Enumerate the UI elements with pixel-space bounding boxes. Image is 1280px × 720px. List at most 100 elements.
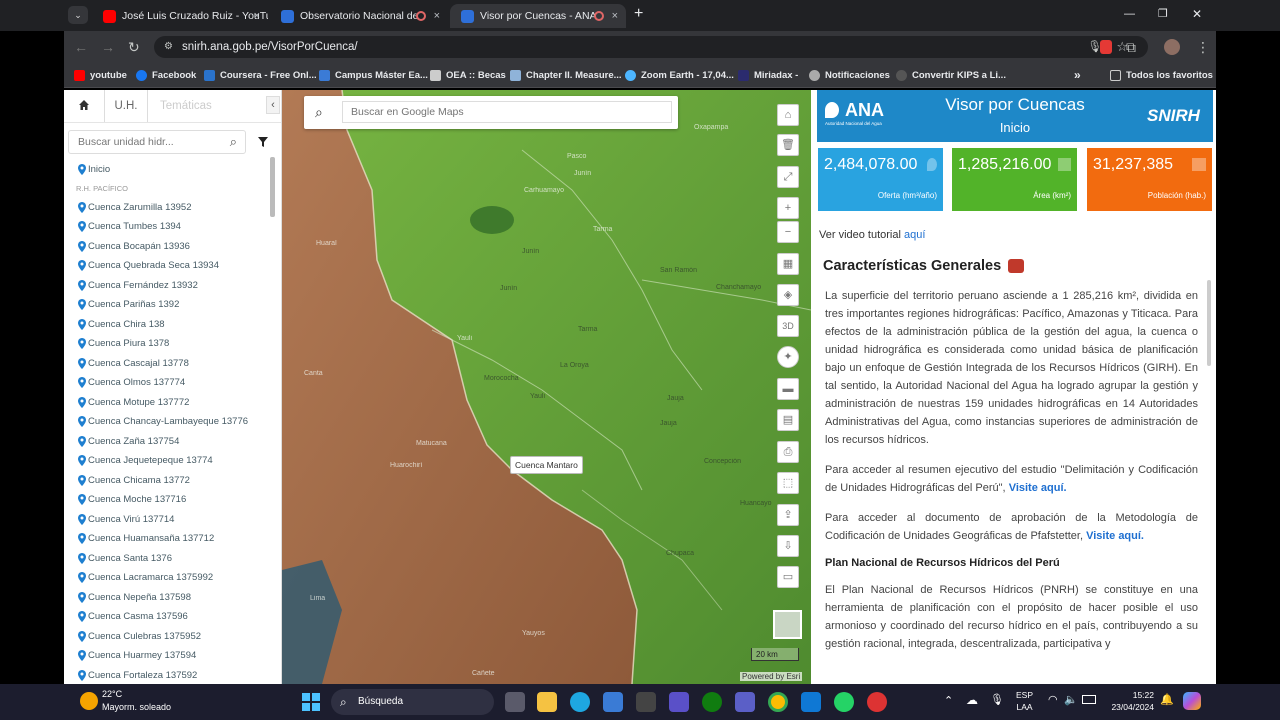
list-item-basin[interactable]: Cuenca Huamansaña 137712 [64, 529, 274, 549]
wifi-icon[interactable]: ◠ [1048, 693, 1058, 706]
tab-uh[interactable]: U.H. [104, 90, 148, 122]
xbox-icon[interactable] [702, 692, 722, 712]
list-item-basin[interactable]: Cuenca Quebrada Seca 13934 [64, 256, 274, 276]
clock[interactable]: 15:22 23/04/2024 [1104, 689, 1154, 713]
weather-widget[interactable]: 22°C Mayorm. soleado [80, 687, 190, 717]
bookmark-kips[interactable]: Convertir KIPS a Li... [896, 68, 1006, 83]
compass-icon[interactable]: ✦ [777, 346, 799, 368]
language-indicator[interactable]: ESP LAA [1016, 689, 1033, 713]
basemap-thumbnail[interactable] [773, 610, 802, 639]
list-item-basin[interactable]: Cuenca Casma 137596 [64, 607, 274, 627]
tray-chevron-icon[interactable]: ⌃ [944, 694, 953, 707]
store-icon[interactable] [603, 692, 623, 712]
collapse-panel-button[interactable]: ‹ [266, 96, 280, 114]
print-icon[interactable]: ⎙ [777, 441, 799, 463]
info-scrollbar[interactable] [1207, 280, 1211, 366]
list-item-basin[interactable]: Cuenca Culebras 1375952 [64, 627, 274, 647]
bookmark-coursera[interactable]: Coursera - Free Onl... [204, 68, 317, 83]
layers-icon[interactable]: ◈ [777, 284, 799, 306]
table-icon[interactable]: ▤ [777, 409, 799, 431]
video-tutorial-link[interactable]: aquí [904, 229, 925, 241]
trash-icon[interactable]: 🗑 [777, 134, 799, 156]
zoom-out-button[interactable]: − [777, 221, 799, 243]
extension-red-icon[interactable] [1100, 40, 1112, 54]
upload-icon[interactable]: ⇪ [777, 504, 799, 526]
close-tab-icon[interactable]: × [612, 4, 618, 28]
menu-icon[interactable]: ⋮ [1196, 40, 1210, 54]
search-icon[interactable]: ⌕ [230, 131, 237, 153]
battery-icon[interactable] [1082, 695, 1096, 704]
bookmark-notificaciones[interactable]: Notificaciones [809, 68, 890, 83]
comment-icon[interactable]: ▭ [777, 566, 799, 588]
visite-aqui-link[interactable]: Visite aquí. [1009, 482, 1067, 494]
bookmark-miriadax[interactable]: Miriadax - [738, 68, 798, 83]
list-item-basin[interactable]: Cuenca Moche 137716 [64, 490, 274, 510]
restore-button[interactable]: ❐ [1158, 7, 1168, 20]
forward-icon[interactable]: → [101, 40, 115, 54]
tab-search-button[interactable]: ⌄ [68, 6, 88, 24]
list-item-basin[interactable]: Cuenca Olmos 137774 [64, 373, 274, 393]
list-item-basin[interactable]: Cuenca Nepeña 137598 [64, 588, 274, 608]
qr-icon[interactable]: ▦ [777, 253, 799, 275]
all-favorites-folder[interactable]: Todos los favoritos [1110, 68, 1213, 83]
list-item-basin[interactable]: Cuenca Pariñas 1392 [64, 295, 274, 315]
extensions-icon[interactable]: ⧉ [1126, 40, 1136, 54]
list-item-basin[interactable]: Cuenca Zarumilla 13952 [64, 198, 274, 218]
bookmark-oea[interactable]: OEA :: Becas [430, 68, 506, 83]
unit-search-input[interactable]: Buscar unidad hidr... ⌕ [68, 130, 246, 154]
bookmark-campus[interactable]: Campus Máster Ea... [319, 68, 428, 83]
list-item-basin[interactable]: Cuenca Santa 1376 [64, 549, 274, 569]
site-info-icon[interactable]: ⚙ [164, 36, 173, 58]
task-view-icon[interactable] [505, 692, 525, 712]
whatsapp-icon[interactable] [834, 692, 854, 712]
notification-bell-icon[interactable]: 🔔 [1160, 693, 1174, 706]
home-icon[interactable] [78, 98, 90, 110]
list-item-basin[interactable]: Cuenca Lacramarca 1375992 [64, 568, 274, 588]
list-item-basin[interactable]: Cuenca Zaña 137754 [64, 432, 274, 452]
list-item-basin[interactable]: Cuenca Piura 1378 [64, 334, 274, 354]
3d-toggle-button[interactable]: 3D [777, 315, 799, 337]
bookmark-chapter[interactable]: Chapter II. Measure... [510, 68, 622, 83]
copilot-icon[interactable] [1183, 692, 1201, 710]
tab-visor-cuencas[interactable]: Visor por Cuencas - ANA × [450, 4, 626, 28]
search-icon[interactable]: ⌕ [315, 104, 323, 121]
close-tab-icon[interactable]: × [254, 4, 260, 28]
address-bar[interactable]: ⚙ snirh.ana.gob.pe/VisorPorCuenca/ 🎙 ☆ [154, 36, 1148, 58]
outlook-icon[interactable] [801, 692, 821, 712]
app-icon[interactable] [636, 692, 656, 712]
more-bookmarks-button[interactable]: » [1074, 68, 1081, 83]
back-icon[interactable]: ← [74, 40, 88, 54]
start-button[interactable] [302, 693, 320, 711]
tab-tematicas[interactable]: Temáticas [160, 90, 212, 122]
zoom-in-button[interactable]: + [777, 197, 799, 219]
bookmark-facebook[interactable]: Facebook [136, 68, 196, 83]
close-tab-icon[interactable]: × [434, 4, 440, 28]
file-explorer-icon[interactable] [537, 692, 557, 712]
microphone-icon[interactable]: 🎙 [990, 693, 1004, 706]
chrome-icon[interactable] [768, 692, 788, 712]
list-item-basin[interactable]: Cuenca Tumbes 1394 [64, 217, 274, 237]
home-map-button[interactable]: ⌂ [777, 104, 799, 126]
list-item-basin[interactable]: Cuenca Huarmey 137594 [64, 646, 274, 666]
reload-icon[interactable]: ↻ [128, 40, 140, 54]
tab-observatorio[interactable]: Observatorio Nacional de × [270, 4, 448, 28]
list-item-basin[interactable]: Cuenca Chancay-Lambayeque 13776 [64, 412, 274, 432]
visite-aqui-link[interactable]: Visite aquí. [1086, 530, 1144, 542]
bookmark-zoom-earth[interactable]: Zoom Earth - 17,04... [625, 68, 734, 83]
fullscreen-icon[interactable]: ⤢ [777, 166, 799, 188]
basemap-icon[interactable]: ▬ [777, 378, 799, 400]
list-item-basin[interactable]: Cuenca Cascajal 13778 [64, 354, 274, 374]
edge-icon[interactable] [570, 692, 590, 712]
tab-youtube[interactable]: José Luis Cruzado Ruiz - YouTu × [92, 4, 268, 28]
list-item-basin[interactable]: Cuenca Fortaleza 137592 [64, 666, 274, 685]
list-item-basin[interactable]: Cuenca Motupe 137772 [64, 393, 274, 413]
list-item-inicio[interactable]: Inicio [64, 160, 274, 180]
filter-icon[interactable] [257, 135, 269, 153]
app-icon[interactable] [669, 692, 689, 712]
select-area-icon[interactable]: ⬚ [777, 472, 799, 494]
list-item-basin[interactable]: Cuenca Bocapán 13936 [64, 237, 274, 257]
bookmark-youtube[interactable]: youtube [74, 68, 127, 83]
list-item-basin[interactable]: Cuenca Fernández 13932 [64, 276, 274, 296]
app-icon[interactable] [867, 692, 887, 712]
download-icon[interactable]: ⇩ [777, 535, 799, 557]
